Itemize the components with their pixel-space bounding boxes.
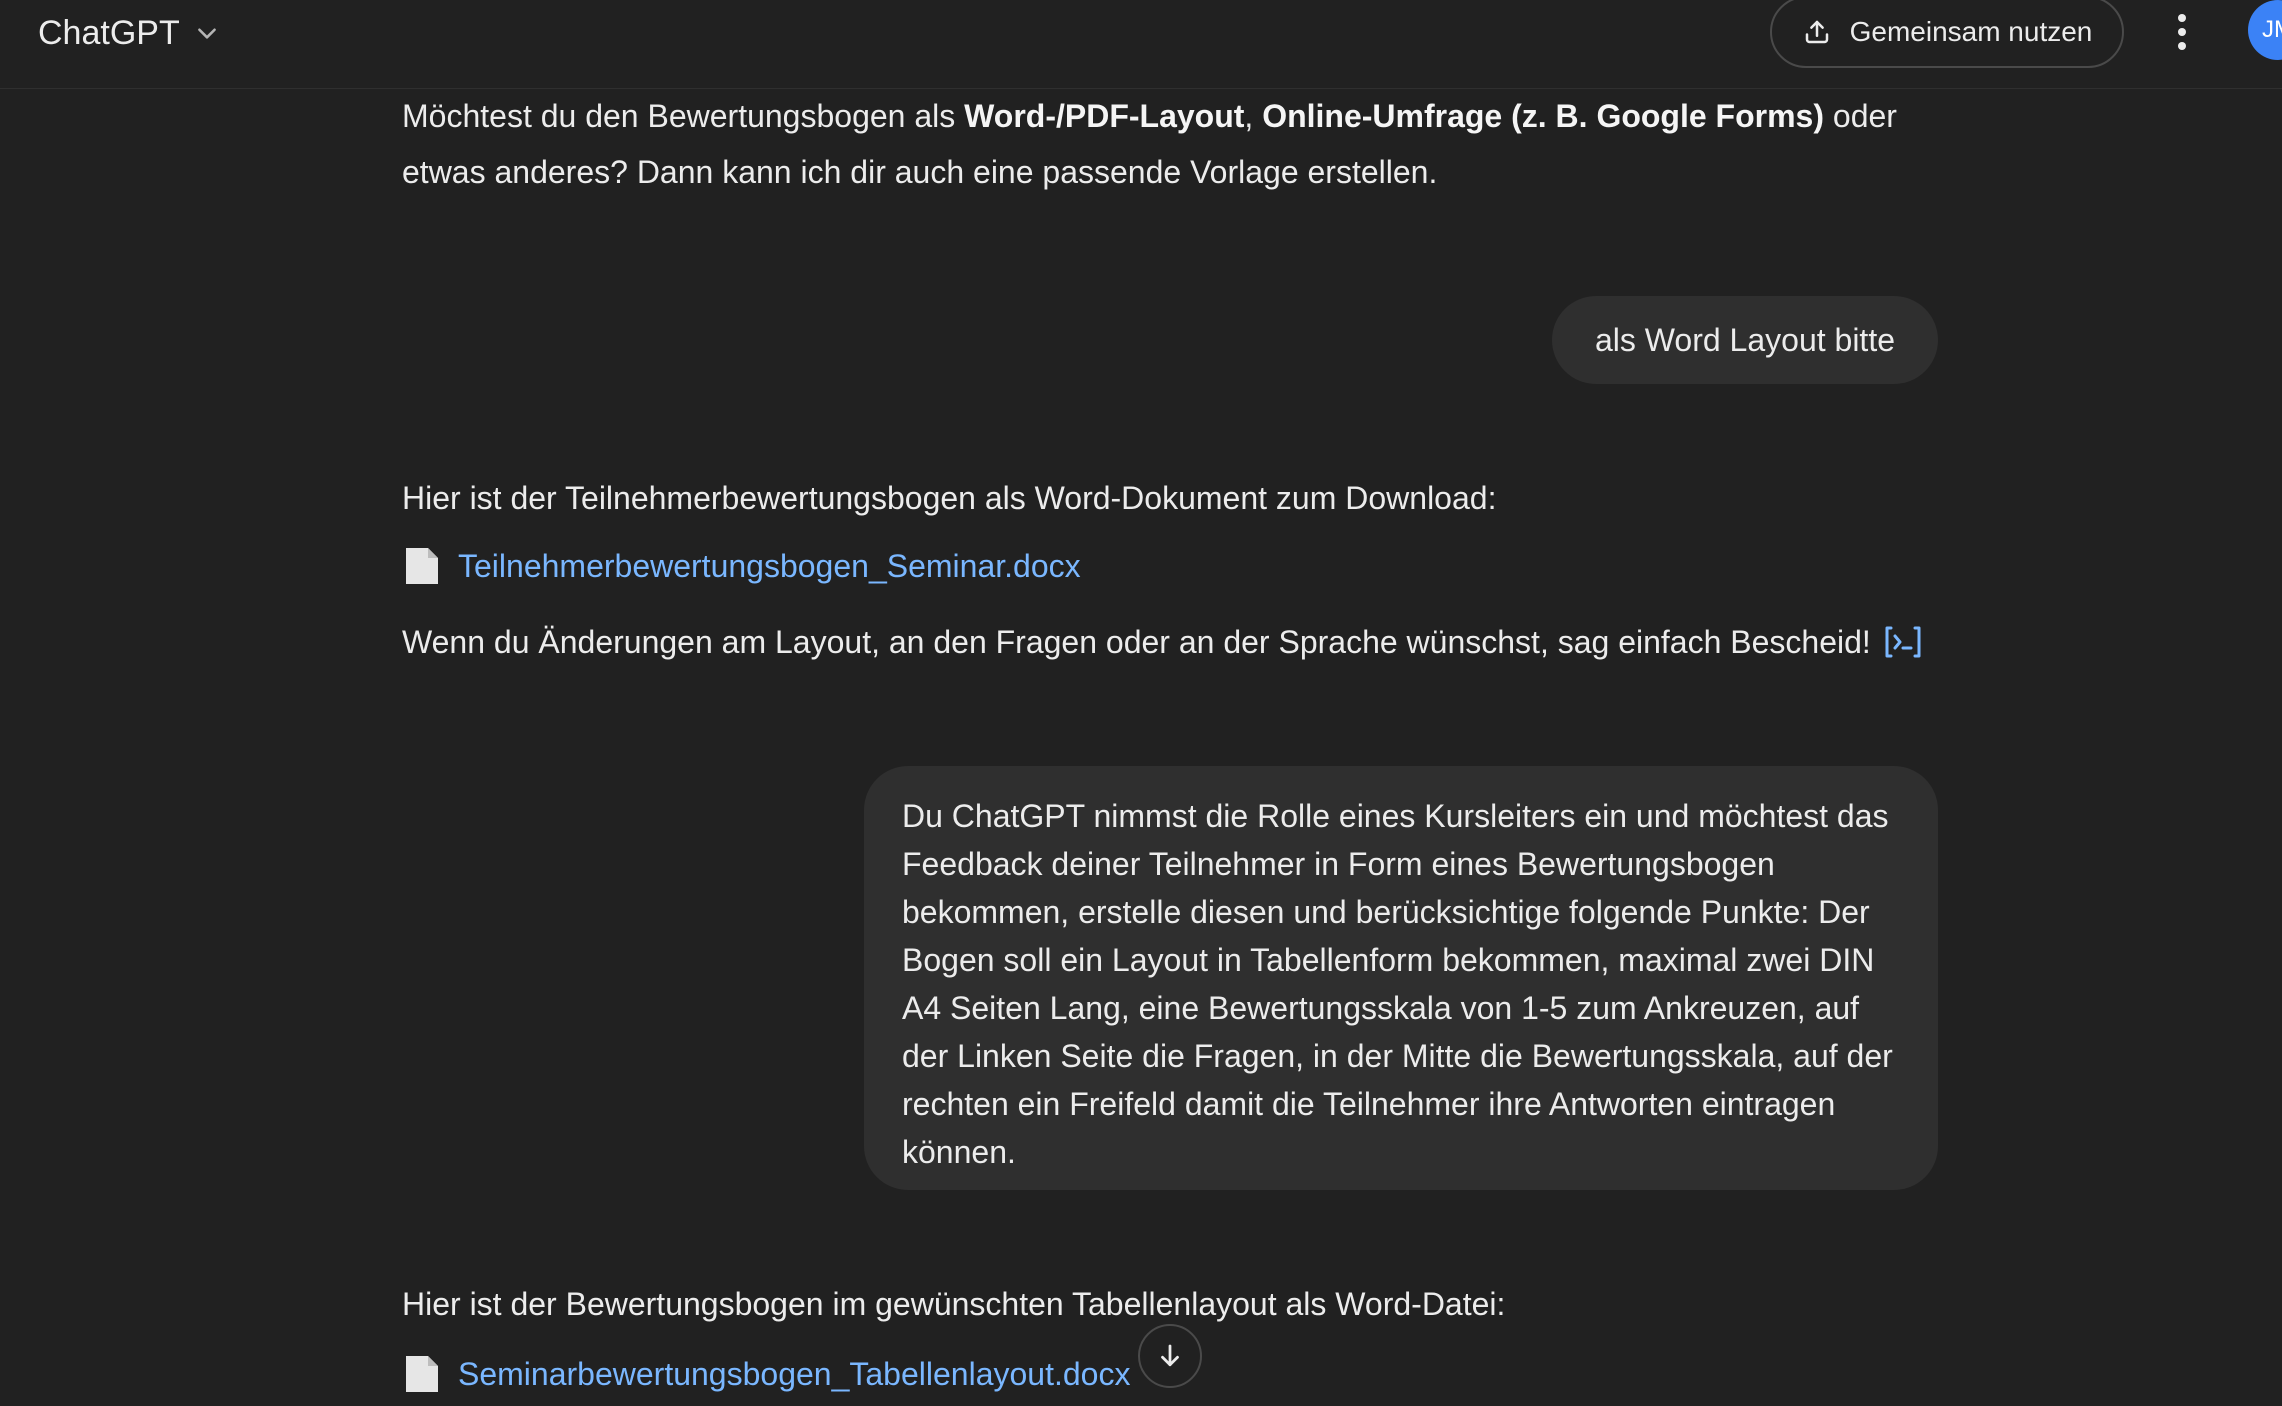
file-download-link[interactable]: Seminarbewertungsbogen_Tabellenlayout.do… [404,1354,1130,1394]
model-selector[interactable]: ChatGPT [38,10,220,56]
share-button[interactable]: Gemeinsam nutzen [1770,0,2124,68]
upload-icon [1805,20,1828,44]
document-icon [406,1356,438,1392]
user-message-text: Du ChatGPT nimmst die Rolle eines Kursle… [902,798,1893,1170]
message-text: Möchtest du den Bewertungsbogen als [402,98,965,134]
message-text-bold: Online-Umfrage (z. B. Google Forms) [1262,98,1824,134]
message-text: , [1244,98,1263,134]
avatar[interactable]: JM [2248,0,2282,60]
file-link-label: Teilnehmerbewertungsbogen_Seminar.docx [458,547,1081,584]
file-download-link[interactable]: Teilnehmerbewertungsbogen_Seminar.docx [404,546,1081,586]
user-message: als Word Layout bitte [1552,296,1938,384]
app-title: ChatGPT [38,13,180,52]
more-vertical-icon [2178,14,2186,50]
file-link-label: Seminarbewertungsbogen_Tabellenlayout.do… [458,1355,1131,1392]
message-text-bold: Word-/PDF-Layout [964,98,1245,134]
document-icon [406,548,438,584]
assistant-message: Möchtest du den Bewertungsbogen als Word… [402,88,1942,200]
assistant-message-outro-row: Wenn du Änderungen am Layout, an den Fra… [402,614,1923,670]
user-message-text: als Word Layout bitte [1594,321,1895,358]
assistant-message-intro: Hier ist der Teilnehmerbewertungsbogen a… [402,480,1497,516]
more-options-button[interactable] [2164,6,2200,58]
user-message: Du ChatGPT nimmst die Rolle eines Kursle… [864,766,1938,1190]
assistant-message-outro: Wenn du Änderungen am Layout, an den Fra… [402,624,1871,660]
arrow-down-icon [1161,1344,1179,1367]
avatar-initials: JM [2262,16,2282,43]
top-bar: ChatGPT Gemeinsam nutzen JM [0,0,2282,89]
share-button-label: Gemeinsam nutzen [1849,16,2093,47]
scroll-to-bottom-button[interactable] [1138,1324,1202,1388]
code-interpreter-icon[interactable] [1883,624,1923,660]
chevron-down-icon [197,28,216,39]
